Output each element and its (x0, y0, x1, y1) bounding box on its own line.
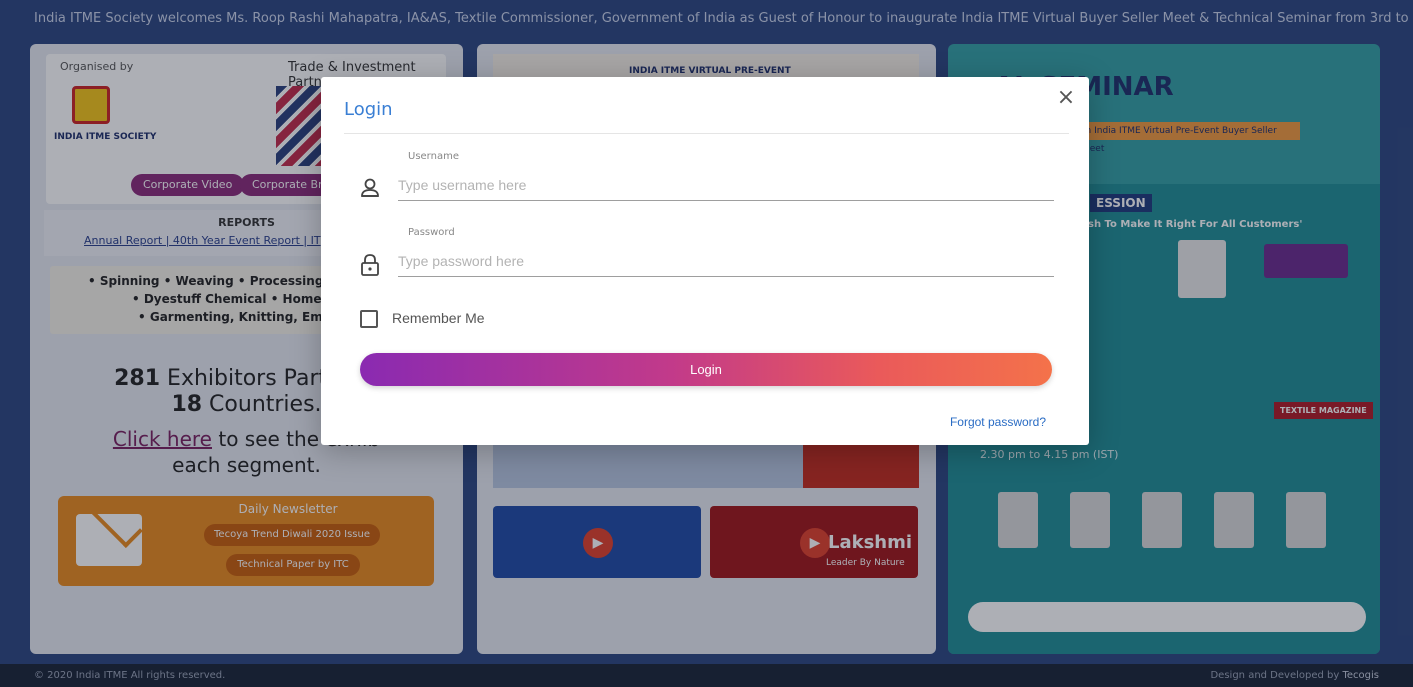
password-label: Password (408, 227, 455, 238)
username-label: Username (408, 151, 459, 162)
login-modal: Login × Username Password Remember Me Lo… (321, 77, 1089, 445)
login-button[interactable]: Login (360, 353, 1052, 386)
login-title: Login (344, 99, 393, 120)
username-field: Username (360, 147, 1054, 201)
modal-divider (344, 133, 1069, 134)
lock-icon (361, 254, 379, 276)
password-input[interactable] (398, 245, 1054, 277)
remember-checkbox[interactable] (360, 310, 378, 328)
forgot-password-link[interactable]: Forgot password? (950, 415, 1046, 429)
password-field: Password (360, 223, 1054, 277)
username-input[interactable] (398, 169, 1054, 201)
close-icon[interactable]: × (1055, 87, 1077, 109)
remember-label[interactable]: Remember Me (392, 310, 485, 326)
user-icon (361, 178, 379, 197)
